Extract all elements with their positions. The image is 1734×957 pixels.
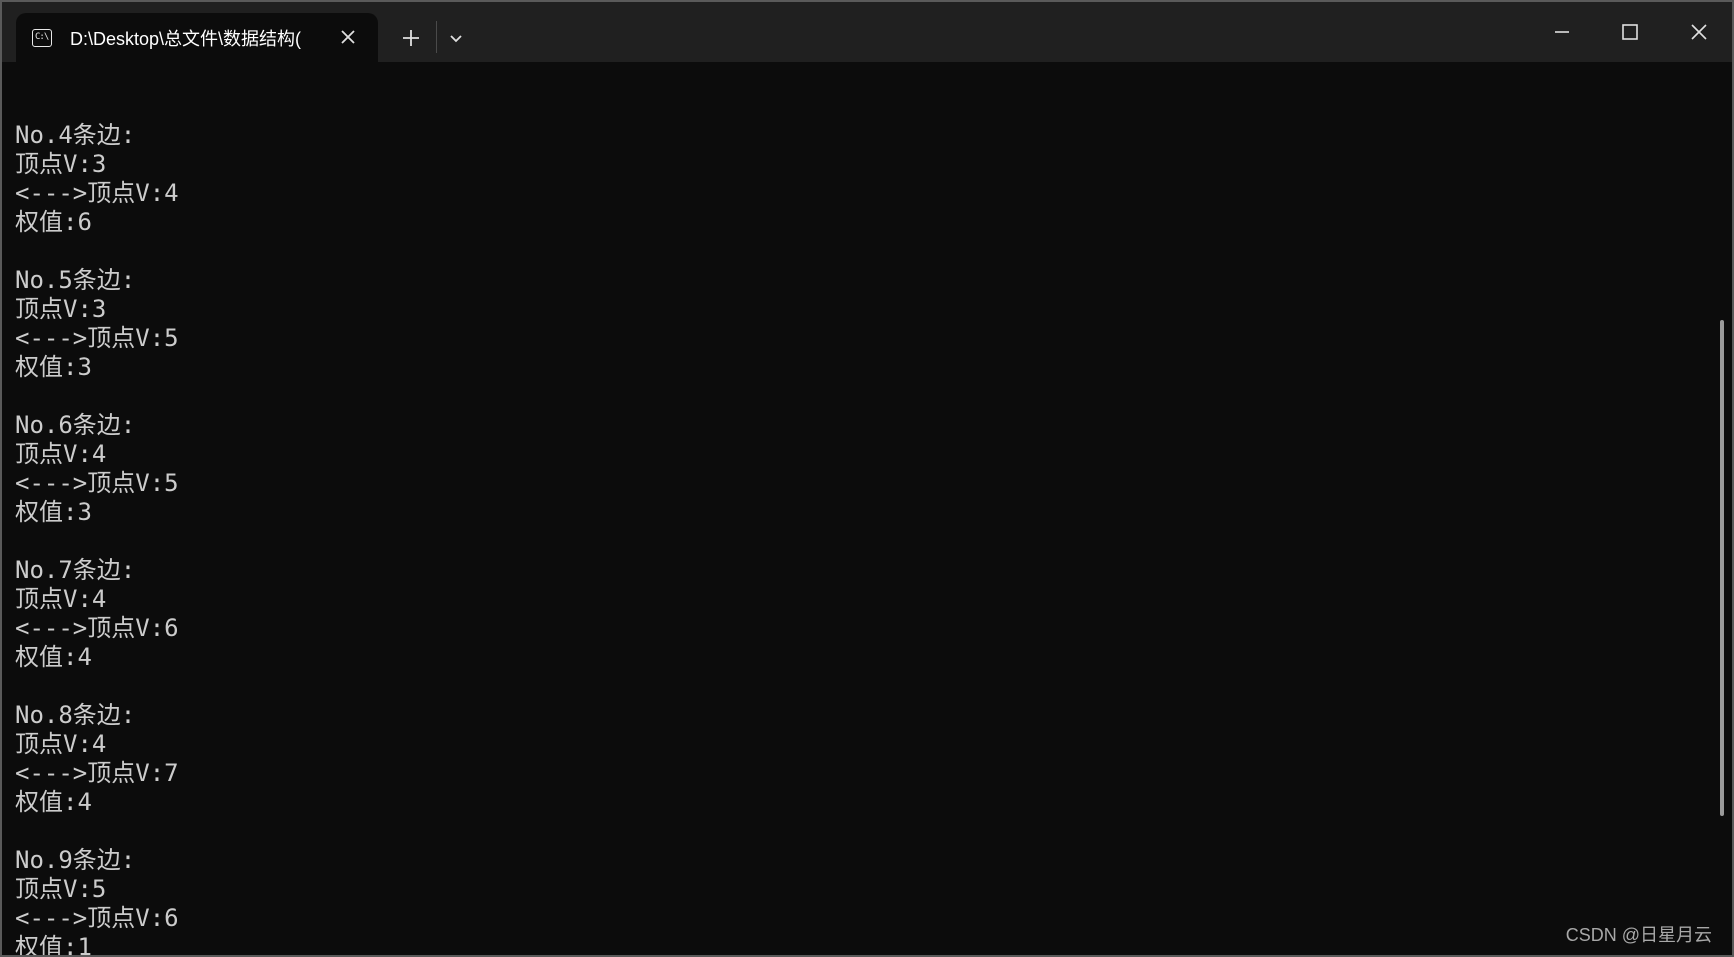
console-line: <--->顶点V:4 [15,179,179,207]
console-line: 权值:6 [15,208,92,236]
console-line: 权值:4 [15,643,92,671]
console-line: 权值:3 [15,353,92,381]
vertical-scrollbar[interactable] [1720,320,1724,816]
console-line: 顶点V:4 [15,440,107,468]
console-output[interactable]: No.4条边: 顶点V:3 <--->顶点V:4 权值:6 No.5条边: 顶点V:3 <-… [15,92,1695,955]
console-line: No.5条边: [15,266,136,294]
maximize-icon[interactable] [1618,20,1642,44]
console-line: <--->顶点V:6 [15,904,179,932]
console-line: No.6条边: [15,411,136,439]
console-line: No.4条边: [15,121,136,149]
console-line: No.9条边: [15,846,136,874]
chevron-down-icon[interactable] [448,30,464,46]
console-line: 权值:3 [15,498,92,526]
console-line: <--->顶点V:6 [15,614,179,642]
close-window-icon[interactable] [1687,20,1711,44]
console-line: 顶点V:3 [15,150,107,178]
console-line: 顶点V:5 [15,875,107,903]
console-line: <--->顶点V:7 [15,759,179,787]
console-line: No.7条边: [15,556,136,584]
tab-title: D:\Desktop\总文件\数据结构( [70,28,302,49]
title-bar[interactable]: C:\ D:\Desktop\总文件\数据结构( [2,2,1732,62]
tab-separator [436,21,437,53]
console-line: 顶点V:4 [15,585,107,613]
close-tab-icon[interactable] [338,27,358,47]
plus-icon[interactable] [400,27,422,49]
console-icon-glyph: C:\ [35,31,49,42]
console-line: <--->顶点V:5 [15,324,179,352]
console-line: No.8条边: [15,701,136,729]
console-line: 权值:1 [15,933,92,957]
console-icon: C:\ [32,28,52,47]
console-line: 顶点V:4 [15,730,107,758]
tab-active[interactable]: C:\ D:\Desktop\总文件\数据结构( [16,13,378,62]
minimize-icon[interactable] [1550,20,1574,44]
console-line: <--->顶点V:5 [15,469,179,497]
watermark: CSDN @日星月云 [1565,925,1712,945]
console-line: 权值:4 [15,788,92,816]
terminal-window: C:\ D:\Desktop\总文件\数据结构( No.4条边: 顶点V:3 <--… [0,0,1734,957]
console-line: 顶点V:3 [15,295,107,323]
